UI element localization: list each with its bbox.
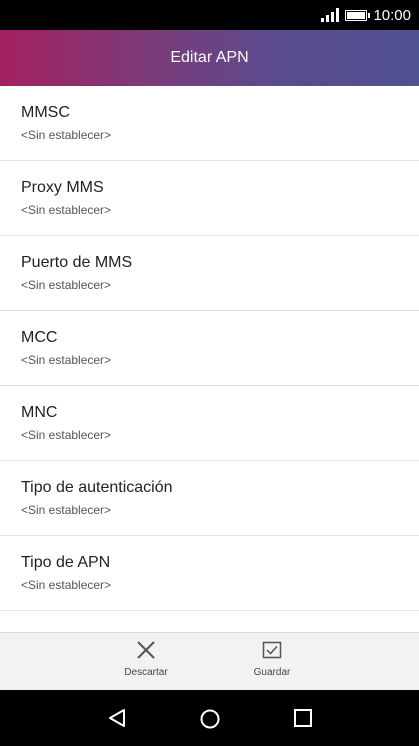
setting-mmsc[interactable]: MMSC <Sin establecer> — [0, 86, 419, 161]
page-title: Editar APN — [170, 49, 249, 66]
setting-label: MCC — [21, 329, 58, 346]
setting-label: Tipo de autenticación — [21, 479, 173, 496]
close-icon — [137, 641, 155, 659]
setting-value: <Sin establecer> — [21, 578, 112, 592]
setting-label: Proxy MMS — [21, 179, 104, 196]
setting-auth-type[interactable]: Tipo de autenticación <Sin establecer> — [0, 461, 419, 536]
setting-label: MNC — [21, 404, 58, 421]
save-label: Guardar — [253, 667, 291, 678]
navigation-bar — [0, 690, 419, 746]
status-bar: 10:00 — [0, 0, 419, 30]
title-bar: Editar APN — [0, 30, 419, 86]
setting-value: <Sin establecer> — [21, 503, 112, 517]
home-icon[interactable] — [199, 708, 221, 730]
recents-icon[interactable] — [293, 708, 313, 728]
discard-button[interactable]: Descartar — [106, 639, 186, 678]
status-icons: 10:00 — [321, 0, 411, 30]
setting-label: Tipo de APN — [21, 554, 111, 571]
setting-apn-type[interactable]: Tipo de APN <Sin establecer> — [0, 536, 419, 611]
setting-mcc[interactable]: MCC <Sin establecer> — [0, 311, 419, 386]
save-button[interactable]: Guardar — [232, 639, 312, 678]
setting-mms-port[interactable]: Puerto de MMS <Sin establecer> — [0, 236, 419, 311]
checkbox-check-icon — [262, 641, 282, 659]
setting-value: <Sin establecer> — [21, 128, 112, 142]
discard-label: Descartar — [124, 667, 168, 678]
battery-icon — [345, 9, 371, 21]
setting-value: <Sin establecer> — [21, 278, 112, 292]
settings-list: MMSC <Sin establecer> Proxy MMS <Sin est… — [0, 86, 419, 632]
back-icon[interactable] — [107, 708, 127, 728]
setting-value: <Sin establecer> — [21, 428, 112, 442]
setting-label: Puerto de MMS — [21, 254, 133, 271]
setting-mnc[interactable]: MNC <Sin establecer> — [0, 386, 419, 461]
setting-value: <Sin establecer> — [21, 353, 112, 367]
clock: 10:00 — [373, 6, 411, 24]
action-bar: Descartar Guardar — [0, 632, 419, 690]
setting-value: <Sin establecer> — [21, 203, 112, 217]
signal-icon — [321, 8, 340, 22]
setting-label: MMSC — [21, 104, 70, 121]
setting-proxy-mms[interactable]: Proxy MMS <Sin establecer> — [0, 161, 419, 236]
